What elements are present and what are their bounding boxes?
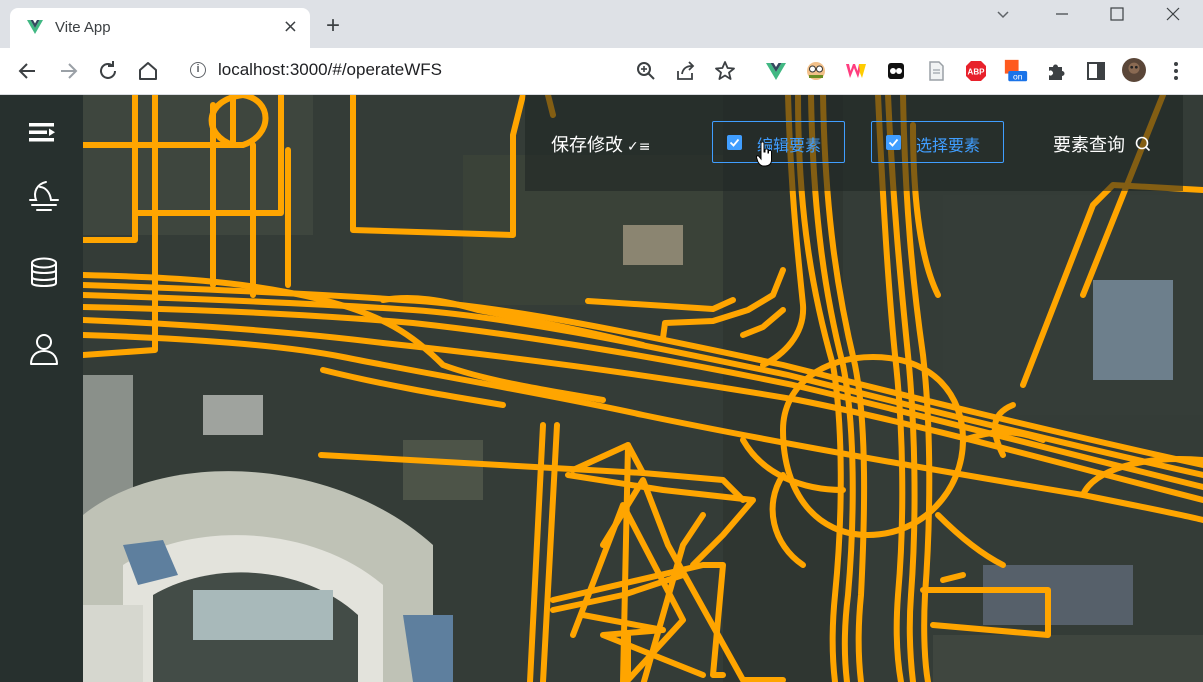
w-extension-icon[interactable] bbox=[844, 59, 868, 83]
onoff-label: on bbox=[1013, 72, 1023, 82]
browser-toolbar: i localhost:3000/#/operateWFS ABP on bbox=[0, 48, 1203, 95]
checkmark-icon bbox=[888, 138, 899, 147]
doc-extension-icon[interactable] bbox=[924, 59, 948, 83]
home-icon[interactable] bbox=[136, 59, 160, 83]
checkmark-icon bbox=[729, 138, 740, 147]
window-maximize-button[interactable] bbox=[1109, 6, 1125, 26]
browser-tab[interactable]: Vite App × bbox=[10, 8, 310, 48]
new-tab-button[interactable]: + bbox=[326, 14, 340, 38]
window-close-button[interactable] bbox=[1165, 6, 1181, 26]
browser-tabstrip: Vite App × + bbox=[0, 0, 1203, 48]
window-minimize-button[interactable] bbox=[995, 6, 1011, 26]
side-panel-icon[interactable] bbox=[1084, 59, 1108, 83]
moon-weather-icon[interactable] bbox=[26, 178, 62, 214]
tab-title: Vite App bbox=[55, 19, 111, 36]
address-bar-url[interactable]: localhost:3000/#/operateWFS bbox=[218, 60, 442, 80]
ghost-extension-icon[interactable] bbox=[884, 59, 908, 83]
back-arrow-icon[interactable] bbox=[16, 59, 40, 83]
select-feature-toggle[interactable]: 选择要素 bbox=[871, 121, 1004, 163]
query-label: 要素查询 bbox=[1053, 135, 1125, 156]
save-check-icon: ✓≡ bbox=[627, 139, 651, 155]
save-label: 保存修改 bbox=[551, 135, 623, 156]
puzzle-extensions-icon[interactable] bbox=[1044, 59, 1068, 83]
onoff-extension-icon[interactable]: on bbox=[1004, 59, 1028, 83]
database-icon[interactable] bbox=[26, 255, 62, 291]
share-icon[interactable] bbox=[674, 59, 698, 83]
hand-cursor-icon bbox=[756, 141, 772, 167]
kebab-menu-icon[interactable] bbox=[1164, 59, 1188, 83]
adblock-icon[interactable]: ABP bbox=[964, 59, 988, 83]
save-changes-button[interactable]: 保存修改 ✓≡ bbox=[551, 131, 650, 157]
search-icon bbox=[1135, 136, 1150, 152]
user-icon[interactable] bbox=[26, 331, 62, 367]
app-sidebar bbox=[0, 95, 83, 682]
face-extension-icon[interactable] bbox=[804, 59, 828, 83]
vue-devtools-icon[interactable] bbox=[764, 59, 788, 83]
edit-feature-toggle[interactable]: 编辑要素 bbox=[712, 121, 845, 163]
forward-arrow-icon[interactable] bbox=[56, 59, 80, 83]
window-restore-button[interactable] bbox=[1054, 6, 1070, 26]
adblock-label: ABP bbox=[968, 68, 986, 77]
edit-feature-checkbox[interactable] bbox=[727, 135, 742, 150]
feature-query-button[interactable]: 要素查询 bbox=[1053, 131, 1151, 157]
vue-logo-icon bbox=[27, 20, 43, 34]
bookmark-star-icon[interactable] bbox=[713, 59, 737, 83]
site-info-icon[interactable]: i bbox=[190, 62, 206, 78]
reload-icon[interactable] bbox=[96, 59, 120, 83]
menu-fold-icon[interactable] bbox=[26, 114, 62, 150]
select-feature-label: 选择要素 bbox=[916, 136, 981, 155]
zoom-icon[interactable] bbox=[634, 59, 658, 83]
select-feature-checkbox[interactable] bbox=[886, 135, 901, 150]
profile-avatar[interactable] bbox=[1122, 58, 1148, 84]
tab-close-icon[interactable]: × bbox=[283, 17, 298, 37]
